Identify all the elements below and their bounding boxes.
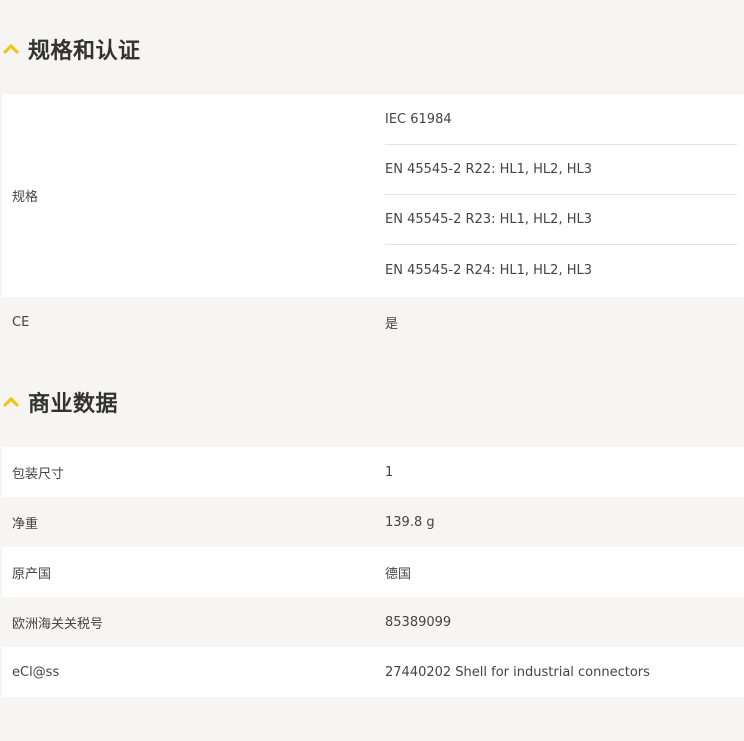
row-value: 85389099 [385, 614, 452, 630]
row-value: 1 [385, 464, 394, 480]
table-row: eCl@ss 27440202 Shell for industrial con… [2, 647, 744, 697]
row-key: eCl@ss [12, 664, 60, 680]
row-key: 净重 [12, 516, 39, 532]
table-row: 规格 IEC 61984 EN 45545-2 R22: HL1, HL2, H… [2, 94, 744, 297]
chevron-up-icon[interactable] [3, 41, 19, 57]
row-value: EN 45545-2 R22: HL1, HL2, HL3 [385, 145, 737, 195]
row-values: IEC 61984 EN 45545-2 R22: HL1, HL2, HL3 … [385, 95, 744, 296]
table-row: 原产国 德国 [2, 547, 744, 597]
row-key: 欧洲海关关税号 [12, 616, 104, 632]
row-value: 是 [385, 316, 399, 332]
row-key: 规格 [12, 190, 39, 205]
table-row: 包装尺寸 1 [2, 447, 744, 497]
chevron-up-icon[interactable] [3, 394, 19, 410]
commercial-table: 包装尺寸 1 净重 139.8 g 原产国 德国 欧洲海关关税号 8538909… [2, 447, 744, 697]
table-row: 净重 139.8 g [2, 497, 744, 547]
row-value: EN 45545-2 R24: HL1, HL2, HL3 [385, 263, 593, 278]
row-value: IEC 61984 [385, 95, 737, 145]
table-row: 欧洲海关关税号 85389099 [2, 597, 744, 647]
table-row: CE 是 [2, 297, 744, 347]
section-header-commercial[interactable]: 商业数据 [0, 383, 744, 421]
row-key: 原产国 [12, 566, 52, 582]
specs-table: 规格 IEC 61984 EN 45545-2 R22: HL1, HL2, H… [2, 94, 744, 347]
row-value: 139.8 g [385, 514, 435, 530]
section-title: 规格和认证 [28, 39, 141, 64]
row-value: 德国 [385, 566, 412, 582]
section-header-specs[interactable]: 规格和认证 [0, 30, 744, 68]
row-key: CE [12, 314, 30, 330]
section-title: 商业数据 [28, 392, 119, 417]
row-key: 包装尺寸 [12, 466, 65, 482]
row-value: EN 45545-2 R23: HL1, HL2, HL3 [385, 195, 737, 245]
row-value: 27440202 Shell for industrial connectors [385, 664, 650, 680]
